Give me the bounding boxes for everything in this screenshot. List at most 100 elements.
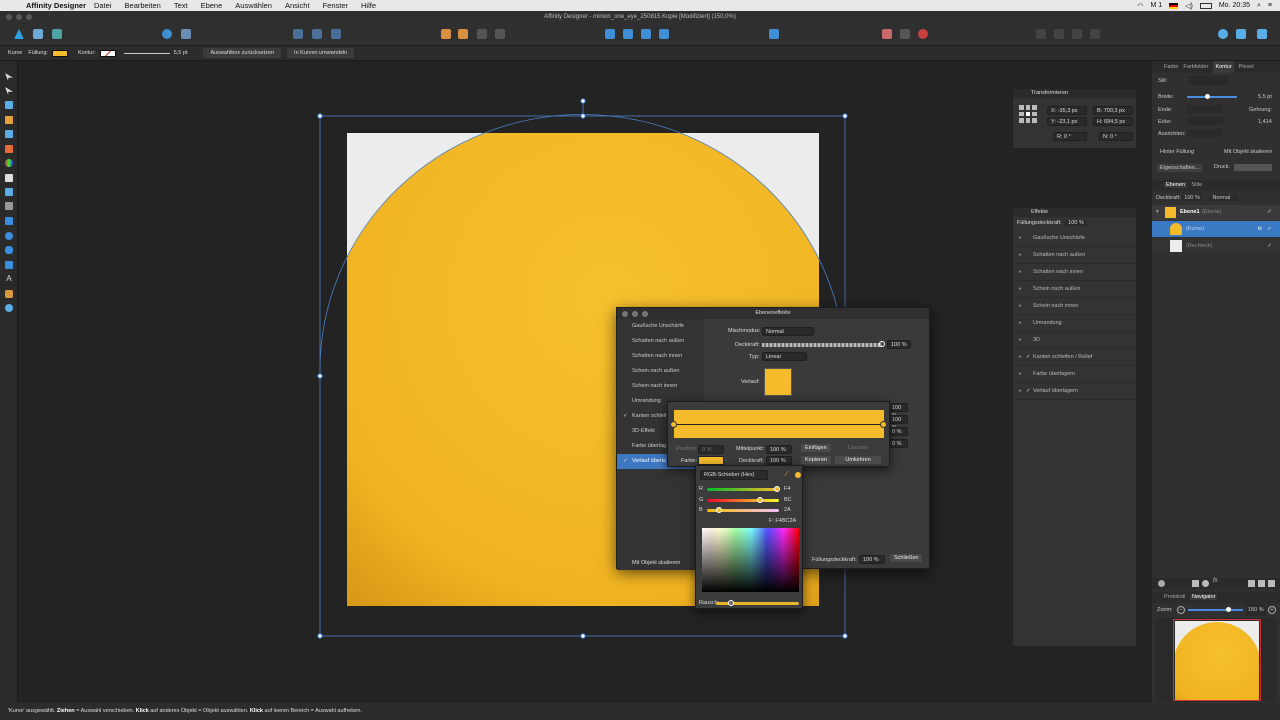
opacity-field[interactable]: 100 %	[887, 340, 911, 349]
width-value[interactable]: 5,5 pt	[1258, 94, 1272, 100]
adjustment-icon[interactable]	[1202, 580, 1209, 587]
effect-row[interactable]: ▸ Schein nach innen	[1013, 298, 1136, 315]
rotation-handle[interactable]	[580, 98, 586, 104]
effect-row[interactable]: ▸ Schatten nach außen	[1013, 247, 1136, 264]
cap-buttons[interactable]	[1187, 105, 1223, 113]
value-field-4[interactable]: 0 %	[888, 439, 908, 448]
effect-row[interactable]: ▸ Schatten nach innen	[1013, 264, 1136, 281]
gradient-stop-left[interactable]	[670, 421, 677, 428]
handle-left[interactable]	[317, 373, 323, 379]
handle-top[interactable]	[580, 113, 586, 119]
scale-with-object-checkbox[interactable]: Mit Objekt skalieren	[1224, 149, 1272, 155]
tab-brushes[interactable]: Pinsel	[1239, 61, 1254, 73]
shear-field[interactable]: N: 0 °	[1099, 132, 1133, 141]
checkmark-icon[interactable]: ✓	[1026, 383, 1031, 400]
handle-top-left[interactable]	[317, 113, 323, 119]
fx-icon[interactable]: fx	[1258, 221, 1262, 237]
disclosure-arrow-icon[interactable]: ▸	[1019, 383, 1022, 400]
visibility-check[interactable]: ✓	[1267, 205, 1272, 220]
align-buttons[interactable]	[1187, 129, 1223, 137]
height-field[interactable]: H: 684,5 px	[1093, 117, 1133, 126]
miter-value[interactable]: 1,414	[1258, 119, 1272, 125]
zoom-in-icon[interactable]: +	[1268, 606, 1276, 614]
tab-layers[interactable]: Ebenen	[1164, 182, 1187, 188]
hex-value[interactable]: F: F4BC2A	[769, 518, 796, 524]
disclosure-arrow-icon[interactable]: ▸	[1019, 315, 1022, 332]
disclosure-arrow-icon[interactable]: ▸	[1019, 281, 1022, 298]
stop-color-swatch[interactable]	[698, 456, 724, 465]
anchor-grid[interactable]	[1019, 105, 1037, 123]
reverse-button[interactable]: Umkehren	[835, 456, 881, 464]
dialog-effect-item[interactable]: Schatten nach innen	[617, 349, 704, 364]
width-slider[interactable]	[1187, 96, 1237, 98]
zoom-out-icon[interactable]: −	[1177, 606, 1185, 614]
dialog-fill-opacity-field[interactable]: 100 %	[859, 555, 885, 564]
layer-menu-icon[interactable]	[1158, 580, 1165, 587]
blend-select[interactable]: Normal	[762, 327, 814, 336]
pressure-graph[interactable]	[1234, 164, 1272, 171]
g-value[interactable]: BC	[784, 497, 792, 503]
disclosure-arrow-icon[interactable]: ▸	[1019, 332, 1022, 349]
effect-row[interactable]: ▸ Umrandung	[1013, 315, 1136, 332]
tab-stroke[interactable]: Kontur	[1213, 61, 1234, 73]
type-select[interactable]: Linear	[762, 352, 807, 361]
copy-button[interactable]: Kopieren	[801, 456, 832, 464]
position-field[interactable]: 0 %	[698, 445, 724, 454]
r-value[interactable]: F4	[784, 486, 790, 492]
layer-row-curve[interactable]: (Kurve) fx ✓	[1152, 221, 1280, 237]
tab-swatches[interactable]: Farbfelder	[1183, 61, 1208, 73]
dialog-zoom-button[interactable]	[642, 311, 648, 317]
delete-layer-icon[interactable]	[1268, 580, 1275, 587]
tab-styles[interactable]: Stile	[1192, 182, 1203, 188]
disclosure-arrow-icon[interactable]: ▸	[1019, 366, 1022, 383]
g-slider[interactable]	[707, 499, 779, 502]
gradient-stop-right[interactable]	[880, 421, 887, 428]
layer-opacity-field[interactable]: 100 %	[1182, 195, 1202, 201]
dialog-effect-item[interactable]: Gaußsche Unschärfe	[617, 319, 704, 334]
tab-navigator[interactable]: Navigator	[1189, 594, 1218, 600]
behind-fill-checkbox[interactable]: Hinter Füllung	[1160, 149, 1194, 155]
tab-color[interactable]: Farbe	[1164, 61, 1178, 73]
fx-add-icon[interactable]: fx	[1213, 578, 1218, 584]
effect-row[interactable]: ▸ Farbe überlagern	[1013, 366, 1136, 383]
checkmark-icon[interactable]: ✓	[623, 454, 628, 469]
x-field[interactable]: X: -35,3 px	[1047, 106, 1087, 115]
opacity-slider[interactable]	[762, 343, 882, 347]
mask-icon[interactable]	[1192, 580, 1199, 587]
handle-bottom-right[interactable]	[842, 633, 848, 639]
visibility-check[interactable]: ✓	[1267, 221, 1272, 237]
dialog-minimize-button[interactable]	[632, 311, 638, 317]
layer-blend-select[interactable]: Normal	[1209, 195, 1239, 201]
add-layer-icon[interactable]	[1248, 580, 1255, 587]
fill-opacity-field[interactable]: 100 %	[1065, 220, 1087, 226]
width-field[interactable]: B: 700,3 px	[1093, 106, 1133, 115]
gradient-preview-swatch[interactable]	[764, 368, 792, 396]
current-color-dot[interactable]	[795, 472, 801, 478]
value-field-3[interactable]: 0 %	[888, 427, 908, 436]
disclosure-arrow-icon[interactable]: ▸	[1019, 298, 1022, 315]
join-buttons[interactable]	[1187, 117, 1223, 125]
zoom-value[interactable]: 150 %	[1246, 604, 1266, 616]
navigator-preview[interactable]	[1155, 618, 1277, 702]
effect-row[interactable]: ▸ Schein nach außen	[1013, 281, 1136, 298]
properties-button[interactable]: Eigenschaften...	[1157, 164, 1203, 172]
dialog-close-button[interactable]	[622, 311, 628, 317]
effect-row[interactable]: ▸ ✓ Kanten schleifen / Relief	[1013, 349, 1136, 366]
disclosure-arrow-icon[interactable]: ▸	[1019, 349, 1022, 366]
checkmark-icon[interactable]: ✓	[623, 409, 628, 424]
effect-row[interactable]: ▸ ✓ Verlauf überlagern	[1013, 383, 1136, 400]
g-slider-knob[interactable]	[757, 497, 763, 503]
disclosure-arrow-icon[interactable]: ▸	[1019, 264, 1022, 281]
value-field-2[interactable]: 100 %	[888, 415, 908, 431]
group-layers-icon[interactable]	[1258, 580, 1265, 587]
noise-slider-knob[interactable]	[728, 600, 734, 606]
dialog-effect-item[interactable]: Schatten nach außen	[617, 334, 704, 349]
zoom-slider[interactable]	[1188, 609, 1243, 611]
midpoint-field[interactable]: 100 %	[766, 445, 792, 454]
color-mode-select[interactable]: RGB-Schieber (Hex)	[700, 470, 768, 480]
tab-history[interactable]: Protokoll	[1164, 594, 1185, 600]
layer-row-ebene1[interactable]: ▾ Ebene1 (Ebene) ✓	[1152, 205, 1280, 220]
zoom-slider-knob[interactable]	[1226, 607, 1231, 612]
delete-stop-button[interactable]: Löschen	[835, 444, 881, 452]
opacity-slider-knob[interactable]	[879, 341, 885, 347]
